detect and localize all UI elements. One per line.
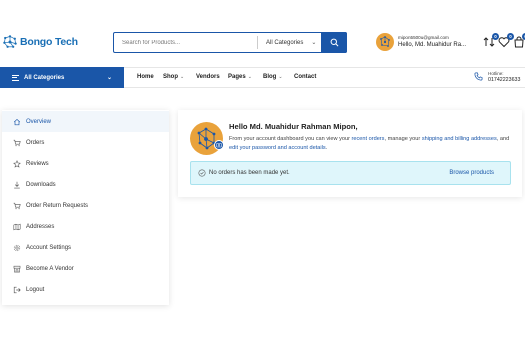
nav-contact[interactable]: Contact	[294, 74, 316, 80]
main-nav: All Categories ⌄ Home Shop ⌄ Vendors Page…	[0, 67, 525, 88]
logo-icon	[3, 35, 17, 48]
home-icon	[13, 118, 21, 125]
cart-button[interactable]: 0	[513, 33, 525, 48]
dashboard-intro: From your account dashboard you can view…	[229, 135, 519, 153]
sidebar-item-become-a-vendor[interactable]: Become A Vendor	[2, 258, 169, 279]
compare-button[interactable]: 0	[483, 33, 499, 48]
nav-shop-label: Shop	[163, 74, 178, 80]
download-icon	[14, 181, 20, 188]
chevron-down-icon: ⌄	[106, 75, 112, 81]
search-input[interactable]	[122, 34, 262, 51]
user-greeting: Hello, Md. Muahidur Ra...	[398, 42, 467, 49]
search-button[interactable]	[321, 31, 347, 53]
intro-text: .	[325, 145, 328, 152]
account-details-link[interactable]: edit your password and account details	[229, 145, 326, 151]
menu-icon	[12, 74, 19, 81]
nav-home[interactable]: Home	[137, 74, 154, 80]
dashboard-card: Hello Md. Muahidur Rahman Mipon, From yo…	[178, 110, 522, 197]
account-sidebar: Overview Orders Reviews Downloads Order …	[2, 110, 169, 305]
nav-blog[interactable]: Blog ⌄	[263, 74, 283, 80]
category-select-label: All Categories	[266, 39, 304, 46]
avatar	[190, 122, 223, 155]
map-icon	[13, 223, 21, 230]
sidebar-item-overview[interactable]: Overview	[2, 111, 169, 132]
chevron-down-icon: ⌄	[180, 74, 185, 80]
sidebar-item-label: Orders	[26, 139, 45, 146]
store-icon	[13, 265, 21, 272]
sidebar-item-label: Downloads	[26, 181, 56, 188]
cart-icon	[13, 139, 21, 146]
logo[interactable]: Bongo Tech	[2, 33, 78, 51]
sidebar-item-label: Addresses	[26, 223, 55, 230]
cart-return-icon	[13, 202, 21, 209]
change-avatar-button[interactable]	[214, 140, 224, 150]
chevron-down-icon: ⌄	[278, 74, 283, 80]
chevron-down-icon: ⌄	[311, 40, 317, 46]
user-account-menu[interactable]: mipon5500u@gmail.com Hello, Md. Muahidur…	[376, 33, 466, 51]
page-title: Hello Md. Muahidur Rahman Mipon,	[229, 122, 358, 131]
nav-pages-label: Pages	[228, 74, 246, 80]
nav-pages[interactable]: Pages ⌄	[228, 74, 252, 80]
logout-icon	[13, 286, 21, 293]
brand-name: Bongo Tech	[20, 36, 78, 48]
sidebar-item-account-settings[interactable]: Account Settings	[2, 237, 169, 258]
addresses-link[interactable]: shipping and billing addresses	[422, 136, 497, 142]
hotline[interactable]: Hotline: 01742223633	[474, 71, 520, 83]
sidebar-item-label: Become A Vendor	[26, 265, 74, 272]
sidebar-item-label: Order Return Requests	[26, 202, 89, 209]
camera-icon	[216, 143, 222, 148]
nav-blog-label: Blog	[263, 74, 277, 80]
sidebar-item-label: Account Settings	[26, 244, 72, 251]
all-categories-button[interactable]: All Categories ⌄	[0, 67, 124, 88]
search-bar: All Categories ⌄	[113, 31, 347, 53]
check-circle-icon	[198, 169, 206, 177]
sidebar-item-downloads[interactable]: Downloads	[2, 174, 169, 195]
avatar	[376, 33, 394, 51]
recent-orders-link[interactable]: recent orders	[352, 136, 385, 142]
sidebar-item-reviews[interactable]: Reviews	[2, 153, 169, 174]
intro-text: , manage your	[384, 136, 422, 142]
no-orders-notice: No orders has been made yet. Browse prod…	[190, 161, 511, 185]
sidebar-item-label: Reviews	[26, 160, 49, 167]
nav-shop[interactable]: Shop ⌄	[163, 74, 184, 80]
intro-text: From your account dashboard you can view…	[229, 136, 352, 142]
nav-vendors[interactable]: Vendors	[196, 74, 220, 80]
notice-text: No orders has been made yet.	[209, 170, 290, 176]
phone-icon	[474, 72, 483, 81]
sidebar-item-label: Logout	[26, 286, 45, 293]
sidebar-item-label: Overview	[26, 118, 52, 125]
chevron-down-icon: ⌄	[247, 74, 252, 80]
site-header: Bongo Tech All Categories ⌄ mipon5500u@g…	[0, 0, 525, 68]
gear-icon	[13, 244, 21, 251]
all-categories-label: All Categories	[24, 74, 65, 81]
browse-products-link[interactable]: Browse products	[449, 170, 494, 176]
sidebar-item-order-return-requests[interactable]: Order Return Requests	[2, 195, 169, 216]
search-icon	[330, 38, 338, 46]
category-select[interactable]: All Categories ⌄	[257, 36, 319, 49]
sidebar-item-orders[interactable]: Orders	[2, 132, 169, 153]
wishlist-button[interactable]: 0	[498, 33, 514, 48]
hotline-number: 01742223633	[488, 76, 521, 83]
sidebar-item-addresses[interactable]: Addresses	[2, 216, 169, 237]
intro-text: , and	[496, 136, 510, 142]
star-icon	[13, 159, 21, 168]
sidebar-item-logout[interactable]: Logout	[2, 279, 169, 300]
